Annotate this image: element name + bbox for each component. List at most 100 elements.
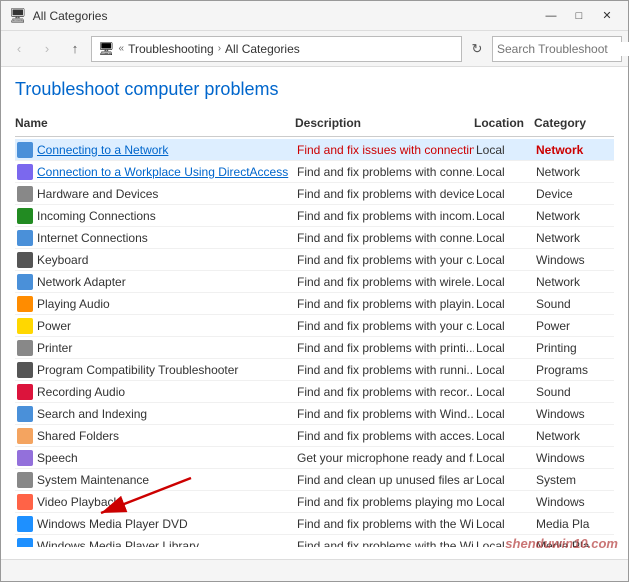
- cell-location: Local: [474, 362, 534, 378]
- table-row[interactable]: Network Adapter Find and fix problems wi…: [15, 271, 614, 293]
- row-name: Video Playback: [37, 495, 120, 509]
- cell-category: Network: [534, 142, 614, 158]
- table-row[interactable]: Video Playback Find and fix problems pla…: [15, 491, 614, 513]
- cell-name: Playing Audio: [15, 295, 295, 313]
- table-row[interactable]: Shared Folders Find and fix problems wit…: [15, 425, 614, 447]
- cell-location: Local: [474, 406, 534, 422]
- cell-category: Media Pla: [534, 538, 614, 548]
- table-row[interactable]: Incoming Connections Find and fix proble…: [15, 205, 614, 227]
- back-button[interactable]: ‹: [7, 37, 31, 61]
- cell-location: Local: [474, 142, 534, 158]
- table-row[interactable]: Speech Get your microphone ready and f..…: [15, 447, 614, 469]
- window-title: All Categories: [33, 9, 108, 23]
- close-button[interactable]: ✕: [594, 6, 620, 26]
- row-name: Speech: [37, 451, 78, 465]
- cell-name: Shared Folders: [15, 427, 295, 445]
- table-row[interactable]: Hardware and Devices Find and fix proble…: [15, 183, 614, 205]
- cell-location: Local: [474, 208, 534, 224]
- row-icon: [17, 164, 33, 180]
- cell-location: Local: [474, 164, 534, 180]
- col-header-description: Description: [295, 114, 474, 132]
- cell-description: Find and fix problems with Wind...: [295, 406, 474, 422]
- cell-name[interactable]: Connecting to a Network: [15, 141, 295, 159]
- row-icon: [17, 538, 33, 548]
- minimize-button[interactable]: —: [538, 6, 564, 26]
- row-icon: [17, 516, 33, 532]
- cell-category: Windows: [534, 494, 614, 510]
- cell-description: Find and fix problems with recor...: [295, 384, 474, 400]
- cell-name: Incoming Connections: [15, 207, 295, 225]
- cell-name: Keyboard: [15, 251, 295, 269]
- cell-category: Network: [534, 274, 614, 290]
- cell-category: Power: [534, 318, 614, 334]
- table-row[interactable]: Recording Audio Find and fix problems wi…: [15, 381, 614, 403]
- cell-location: Local: [474, 472, 534, 488]
- address-chevron: ›: [218, 43, 221, 54]
- address-bar[interactable]: 🖥 « Troubleshooting › All Categories: [91, 36, 462, 62]
- cell-description: Find and fix problems with playin...: [295, 296, 474, 312]
- window: 🖥 All Categories — □ ✕ ‹ › ↑ 🖥 « Trouble…: [0, 0, 629, 582]
- title-bar-controls: — □ ✕: [538, 6, 620, 26]
- row-name: Playing Audio: [37, 297, 110, 311]
- row-icon: [17, 450, 33, 466]
- search-box: 🔍: [492, 36, 622, 62]
- table-row[interactable]: Keyboard Find and fix problems with your…: [15, 249, 614, 271]
- table-row[interactable]: Windows Media Player Library Find and fi…: [15, 535, 614, 547]
- row-name: Hardware and Devices: [37, 187, 158, 201]
- cell-description: Find and fix problems playing mo...: [295, 494, 474, 510]
- forward-button[interactable]: ›: [35, 37, 59, 61]
- cell-name: Search and Indexing: [15, 405, 295, 423]
- table-row[interactable]: Windows Media Player DVD Find and fix pr…: [15, 513, 614, 535]
- row-name: Search and Indexing: [37, 407, 147, 421]
- row-name: Incoming Connections: [37, 209, 156, 223]
- cell-name: Program Compatibility Troubleshooter: [15, 361, 295, 379]
- cell-category: Sound: [534, 296, 614, 312]
- maximize-button[interactable]: □: [566, 6, 592, 26]
- table-row[interactable]: Power Find and fix problems with your c.…: [15, 315, 614, 337]
- table-row[interactable]: Search and Indexing Find and fix problem…: [15, 403, 614, 425]
- window-icon: 🖥: [9, 7, 27, 24]
- cell-name: Hardware and Devices: [15, 185, 295, 203]
- refresh-button[interactable]: ↻: [466, 38, 488, 60]
- cell-category: Device: [534, 186, 614, 202]
- search-input[interactable]: [493, 42, 629, 56]
- cell-description: Find and fix problems with your c...: [295, 252, 474, 268]
- cell-description: Find and fix issues with connectin...: [295, 142, 474, 158]
- table-row[interactable]: Internet Connections Find and fix proble…: [15, 227, 614, 249]
- table-row[interactable]: System Maintenance Find and clean up unu…: [15, 469, 614, 491]
- up-button[interactable]: ↑: [63, 37, 87, 61]
- status-bar: [1, 559, 628, 581]
- cell-name: System Maintenance: [15, 471, 295, 489]
- row-icon: [17, 318, 33, 334]
- table-row[interactable]: Program Compatibility Troubleshooter Fin…: [15, 359, 614, 381]
- cell-name: Internet Connections: [15, 229, 295, 247]
- cell-location: Local: [474, 516, 534, 532]
- cell-name: Speech: [15, 449, 295, 467]
- cell-category: Network: [534, 208, 614, 224]
- col-header-location: Location: [474, 114, 534, 132]
- table-row[interactable]: Connection to a Workplace Using DirectAc…: [15, 161, 614, 183]
- address-icon: 🖥: [98, 41, 115, 57]
- table-body: Connecting to a Network Find and fix iss…: [15, 139, 614, 547]
- cell-description: Get your microphone ready and f...: [295, 450, 474, 466]
- cell-location: Local: [474, 340, 534, 356]
- table-row[interactable]: Printer Find and fix problems with print…: [15, 337, 614, 359]
- cell-description: Find and clean up unused files an...: [295, 472, 474, 488]
- cell-description: Find and fix problems with your c...: [295, 318, 474, 334]
- row-icon: [17, 472, 33, 488]
- table-row[interactable]: Connecting to a Network Find and fix iss…: [15, 139, 614, 161]
- row-name: Shared Folders: [37, 429, 119, 443]
- cell-name: Connection to a Workplace Using DirectAc…: [15, 163, 295, 181]
- table-row[interactable]: Playing Audio Find and fix problems with…: [15, 293, 614, 315]
- cell-category: Windows: [534, 252, 614, 268]
- cell-category: Programs: [534, 362, 614, 378]
- address-path-troubleshooting: Troubleshooting: [128, 42, 214, 56]
- row-name[interactable]: Connecting to a Network: [37, 143, 168, 157]
- cell-name: Power: [15, 317, 295, 335]
- row-icon: [17, 340, 33, 356]
- cell-category: Network: [534, 428, 614, 444]
- row-icon: [17, 384, 33, 400]
- cell-location: Local: [474, 230, 534, 246]
- cell-location: Local: [474, 296, 534, 312]
- row-name: Printer: [37, 341, 72, 355]
